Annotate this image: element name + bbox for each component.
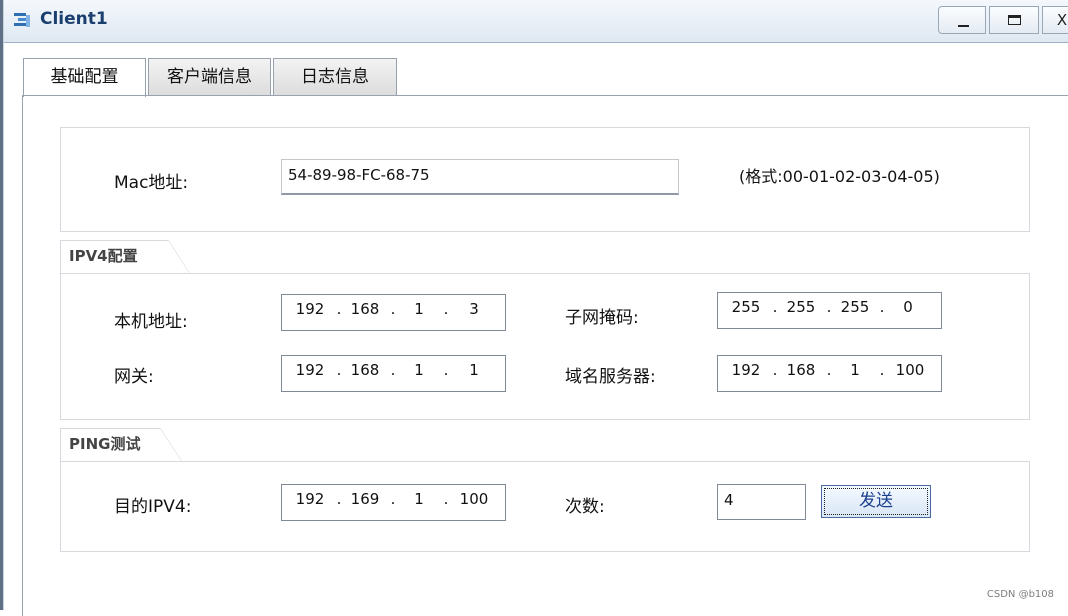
gateway-field[interactable]: 192 . 168 . 1 . 1 bbox=[281, 355, 506, 392]
minimize-icon bbox=[958, 25, 969, 27]
ip-octet: 255 bbox=[786, 298, 816, 316]
dns-server-label: 域名服务器: bbox=[565, 367, 656, 387]
subnet-mask-field[interactable]: 255 . 255 . 255 . 0 bbox=[717, 292, 942, 329]
ip-octet: 255 bbox=[731, 298, 761, 316]
host-address-label: 本机地址: bbox=[114, 312, 188, 332]
ip-octet: 0 bbox=[903, 298, 913, 316]
ipv4-group-title: IPV4配置 bbox=[60, 240, 190, 274]
mac-address-field[interactable]: 54-89-98-FC-68-75 bbox=[281, 159, 679, 195]
tab-basic-config[interactable]: 基础配置 bbox=[23, 58, 146, 97]
ip-octet: 1 bbox=[414, 300, 424, 318]
gateway-label: 网关: bbox=[114, 367, 154, 387]
ip-octet: 1 bbox=[414, 361, 424, 379]
dns-server-field[interactable]: 192 . 168 . 1 . 100 bbox=[717, 355, 942, 392]
ip-octet: 100 bbox=[459, 490, 489, 508]
tab-client-info[interactable]: 客户端信息 bbox=[148, 58, 271, 96]
ip-octet: 1 bbox=[850, 361, 860, 379]
title-bar[interactable]: Client1 X bbox=[4, 0, 1068, 43]
maximize-button[interactable] bbox=[989, 6, 1039, 34]
window-title: Client1 bbox=[40, 9, 108, 29]
ip-octet: 192 bbox=[295, 300, 325, 318]
host-address-field[interactable]: 192 . 168 . 1 . 3 bbox=[281, 294, 506, 331]
client-app-icon bbox=[14, 13, 30, 27]
mac-label: Mac地址: bbox=[114, 173, 189, 193]
maximize-icon bbox=[1008, 15, 1021, 25]
watermark: CSDN @b108 bbox=[986, 589, 1054, 600]
target-ip-label: 目的IPV4: bbox=[114, 497, 192, 517]
ip-octet: 192 bbox=[295, 490, 325, 508]
ip-octet: 168 bbox=[350, 300, 380, 318]
count-label: 次数: bbox=[565, 497, 605, 517]
ip-octet: 3 bbox=[469, 300, 479, 318]
ip-octet: 100 bbox=[895, 361, 925, 379]
close-button[interactable]: X bbox=[1042, 6, 1068, 34]
ip-octet: 255 bbox=[840, 298, 870, 316]
subnet-mask-label: 子网掩码: bbox=[565, 308, 639, 328]
ip-octet: 1 bbox=[469, 361, 479, 379]
ip-octet: 168 bbox=[786, 361, 816, 379]
ping-group-title: PING测试 bbox=[60, 428, 182, 462]
ip-octet: 168 bbox=[350, 361, 380, 379]
mac-address-value: 54-89-98-FC-68-75 bbox=[288, 166, 430, 184]
ip-octet: 1 bbox=[414, 490, 424, 508]
count-field[interactable]: 4 bbox=[717, 484, 806, 520]
target-ip-field[interactable]: 192 . 169 . 1 . 100 bbox=[281, 484, 506, 521]
mac-format-hint: (格式:00-01-02-03-04-05) bbox=[739, 167, 940, 186]
ip-octet: 192 bbox=[295, 361, 325, 379]
tab-log-info[interactable]: 日志信息 bbox=[273, 58, 397, 96]
minimize-button[interactable] bbox=[938, 6, 986, 34]
send-button[interactable]: 发送 bbox=[821, 485, 931, 518]
ip-octet: 192 bbox=[731, 361, 761, 379]
ip-octet: 169 bbox=[350, 490, 380, 508]
count-value: 4 bbox=[724, 491, 734, 509]
window-left-border-inner bbox=[3, 0, 4, 610]
